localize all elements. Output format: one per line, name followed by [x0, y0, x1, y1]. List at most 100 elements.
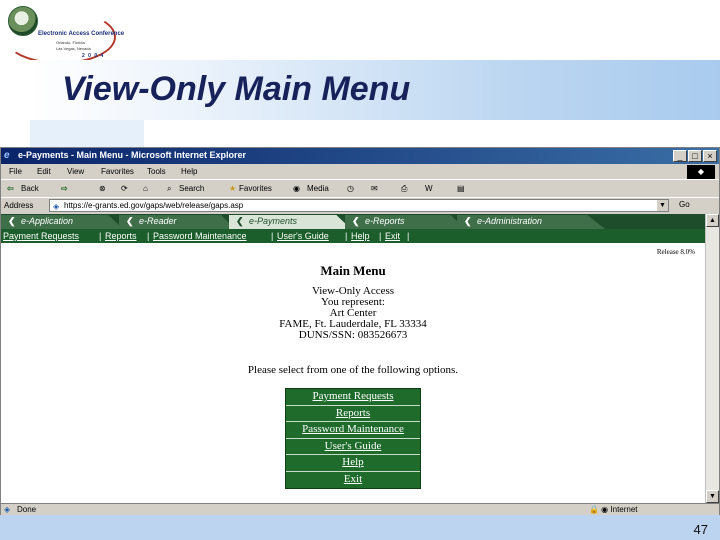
option-label: Password Maintenance	[302, 423, 404, 435]
search-icon: ⌕	[167, 184, 172, 193]
browser-toolbar: ⇦ Back ⇨ ⊗ ⟳ ⌂ ⌕ Search ★ Favorites ◉ Me…	[1, 179, 719, 197]
ie-icon: e	[4, 150, 10, 161]
minimize-button[interactable]: _	[673, 150, 687, 162]
print-icon[interactable]: ⎙	[401, 184, 407, 194]
chevron-down-icon[interactable]: ▼	[657, 200, 668, 211]
tab-label: e-Administration	[477, 216, 543, 226]
selection-prompt: Please select from one of the following …	[247, 364, 459, 376]
slide-title: View-Only Main Menu	[62, 70, 411, 108]
tab-e-application[interactable]: ❮ e-Application	[1, 215, 123, 229]
go-button[interactable]: Go	[679, 200, 690, 209]
search-button[interactable]: Search	[179, 184, 204, 193]
menu-file[interactable]: File	[9, 167, 22, 176]
logo-location-2: Las Vegas, Nevada	[56, 46, 91, 51]
tab-logo-icon: ❮	[464, 216, 472, 226]
nav-password-maintenance[interactable]: Password Maintenance	[153, 231, 247, 241]
decorative-band	[30, 120, 144, 150]
forward-arrow-icon[interactable]: ⇨	[61, 184, 68, 193]
done-page-icon: ◈	[4, 505, 11, 514]
option-password-maintenance[interactable]: Password Maintenance	[286, 422, 420, 439]
window-title: e-Payments - Main Menu - Microsoft Inter…	[18, 150, 247, 160]
option-label: Payment Requests	[312, 390, 394, 402]
tab-logo-icon: ❮	[126, 216, 134, 226]
address-label: Address	[4, 201, 34, 210]
status-text: Done	[17, 505, 37, 514]
options-menu: Payment Requests Reports Password Mainte…	[285, 388, 421, 489]
scroll-down-icon[interactable]: ▼	[706, 490, 719, 503]
tab-logo-icon: ❮	[8, 216, 16, 226]
nav-separator: |	[99, 231, 102, 241]
favorites-star-icon: ★	[229, 184, 237, 193]
back-button[interactable]: Back	[21, 184, 39, 193]
media-button[interactable]: Media	[307, 184, 329, 193]
logo-title: Electronic Access Conference	[38, 31, 125, 37]
home-icon[interactable]: ⌂	[143, 184, 148, 193]
stop-icon[interactable]: ⊗	[99, 184, 106, 193]
option-label: Exit	[343, 472, 363, 485]
tab-label: e-Reader	[139, 216, 177, 226]
option-label: Help	[342, 456, 364, 468]
close-button[interactable]: ×	[703, 150, 717, 162]
nav-separator: |	[271, 231, 274, 241]
tab-e-reports[interactable]: ❮ e-Reports	[345, 215, 465, 229]
tab-e-payments[interactable]: ❮ e-Payments	[229, 215, 351, 229]
tab-e-reader[interactable]: ❮ e-Reader	[119, 215, 235, 229]
nav-separator: |	[147, 231, 150, 241]
vertical-scrollbar[interactable]: ▲ ▼	[705, 214, 719, 503]
nav-help[interactable]: Help	[351, 231, 370, 241]
address-field[interactable]: ◈ https://e-grants.ed.gov/gaps/web/relea…	[49, 199, 669, 212]
page-icon: ◈	[53, 202, 60, 211]
favorites-button[interactable]: Favorites	[239, 184, 272, 193]
tab-e-administration[interactable]: ❮ e-Administration	[457, 215, 605, 229]
release-label: Release 8.0%	[656, 248, 695, 256]
nav-users-guide[interactable]: User's Guide	[277, 231, 329, 241]
zone-label: Internet	[610, 505, 638, 514]
page-content: Release 8.0% Main Menu View-Only Access …	[1, 243, 705, 503]
footer-band	[0, 515, 720, 540]
browser-window: e e-Payments - Main Menu - Microsoft Int…	[0, 147, 720, 516]
menu-tools[interactable]: Tools	[147, 167, 166, 176]
history-icon[interactable]: ◷	[347, 184, 354, 193]
sub-navigation: Payment Requests | Reports | Password Ma…	[1, 229, 711, 243]
menu-help[interactable]: Help	[181, 167, 197, 176]
logo-location-1: Orlando, Florida	[56, 40, 85, 45]
duns-number: DUNS/SSN: 083526673	[298, 329, 408, 341]
option-users-guide[interactable]: User's Guide	[286, 439, 420, 455]
app-tab-bar: ❮ e-Application ❮ e-Reader ❮ e-Payments ❮ e-…	[1, 214, 711, 229]
nav-separator: |	[407, 231, 410, 241]
nav-separator: |	[345, 231, 348, 241]
maximize-button[interactable]: □	[688, 150, 702, 162]
menu-edit[interactable]: Edit	[37, 167, 51, 176]
menu-favorites[interactable]: Favorites	[101, 167, 134, 176]
media-icon: ◉	[293, 184, 300, 193]
nav-payment-requests[interactable]: Payment Requests	[3, 231, 79, 241]
option-label: User's Guide	[324, 439, 382, 452]
option-payment-requests[interactable]: Payment Requests	[286, 389, 420, 406]
page-number: 47	[693, 522, 708, 537]
back-arrow-icon[interactable]: ⇦	[7, 184, 14, 193]
window-titlebar: e e-Payments - Main Menu - Microsoft Int…	[1, 148, 719, 164]
refresh-icon[interactable]: ⟳	[121, 184, 128, 193]
option-help[interactable]: Help	[286, 455, 420, 472]
address-url[interactable]: https://e-grants.ed.gov/gaps/web/release…	[64, 201, 243, 210]
menu-view[interactable]: View	[67, 167, 84, 176]
option-label: Reports	[335, 406, 371, 419]
nav-exit[interactable]: Exit	[385, 231, 400, 241]
tab-label: e-Payments	[249, 216, 298, 226]
security-zone: 🔒 ◉ Internet	[589, 505, 638, 514]
tab-logo-icon: ❮	[236, 216, 244, 226]
conference-logo: Electronic Access Conference Orlando, Fl…	[4, 2, 124, 64]
option-reports[interactable]: Reports	[286, 406, 420, 422]
windows-logo-icon: ◆	[687, 165, 715, 179]
mail-icon[interactable]: ✉	[371, 184, 378, 193]
nav-separator: |	[379, 231, 382, 241]
option-exit[interactable]: Exit	[286, 472, 420, 489]
tab-label: e-Reports	[365, 216, 405, 226]
discuss-icon[interactable]: ▤	[457, 184, 465, 193]
tab-logo-icon: ❮	[352, 216, 360, 226]
nav-reports[interactable]: Reports	[105, 231, 137, 241]
main-menu-heading: Main Menu	[320, 263, 386, 278]
scroll-up-icon[interactable]: ▲	[706, 214, 719, 227]
edit-icon[interactable]: W	[425, 184, 433, 193]
logo-seal-icon	[8, 6, 38, 36]
